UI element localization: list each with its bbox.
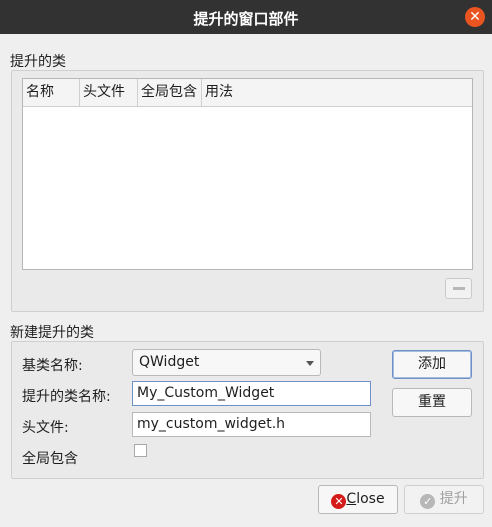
column-header-header-file[interactable]: 头文件 xyxy=(80,79,138,106)
header-file-input[interactable]: my_custom_widget.h xyxy=(132,412,371,437)
chevron-down-icon xyxy=(306,361,314,366)
base-class-value: QWidget xyxy=(139,354,200,370)
new-promoted-class-label: 新建提升的类 xyxy=(10,325,94,341)
minus-icon xyxy=(453,287,465,290)
window-title: 提升的窗口部件 xyxy=(193,10,299,28)
column-header-usage[interactable]: 用法 xyxy=(202,79,472,106)
add-button[interactable]: 添加 xyxy=(392,350,472,379)
close-label-rest: lose xyxy=(356,491,385,507)
table-header: 名称 头文件 全局包含 用法 xyxy=(23,79,472,107)
close-mnemonic: C xyxy=(346,491,357,507)
base-class-combo[interactable]: QWidget xyxy=(132,349,321,376)
column-header-name[interactable]: 名称 xyxy=(23,79,80,106)
window-close-icon[interactable]: ✕ xyxy=(465,7,485,27)
title-bar: 提升的窗口部件 ✕ xyxy=(0,0,492,34)
class-name-input[interactable]: My_Custom_Widget xyxy=(132,381,371,406)
promote-label: 提升 xyxy=(439,491,468,507)
close-button[interactable]: ✕ Close xyxy=(318,485,398,514)
promoted-widgets-dialog: 提升的窗口部件 ✕ 提升的类 名称 头文件 全局包含 用法 新建提升的类 基类名… xyxy=(0,0,492,527)
promoted-classes-table[interactable]: 名称 头文件 全局包含 用法 xyxy=(22,78,473,270)
column-header-global-include[interactable]: 全局包含 xyxy=(138,79,202,106)
check-icon: ✓ xyxy=(420,494,436,509)
promote-button[interactable]: ✓ 提升 xyxy=(404,485,484,514)
close-icon: ✕ xyxy=(331,494,347,509)
global-include-label: 全局包含 xyxy=(22,451,78,467)
promoted-classes-label: 提升的类 xyxy=(10,54,66,70)
reset-button[interactable]: 重置 xyxy=(392,388,472,417)
global-include-checkbox[interactable] xyxy=(134,444,147,457)
base-class-label: 基类名称: xyxy=(22,358,83,374)
class-name-label: 提升的类名称: xyxy=(22,389,111,405)
header-file-label: 头文件: xyxy=(22,420,69,436)
remove-class-button[interactable] xyxy=(445,278,472,299)
